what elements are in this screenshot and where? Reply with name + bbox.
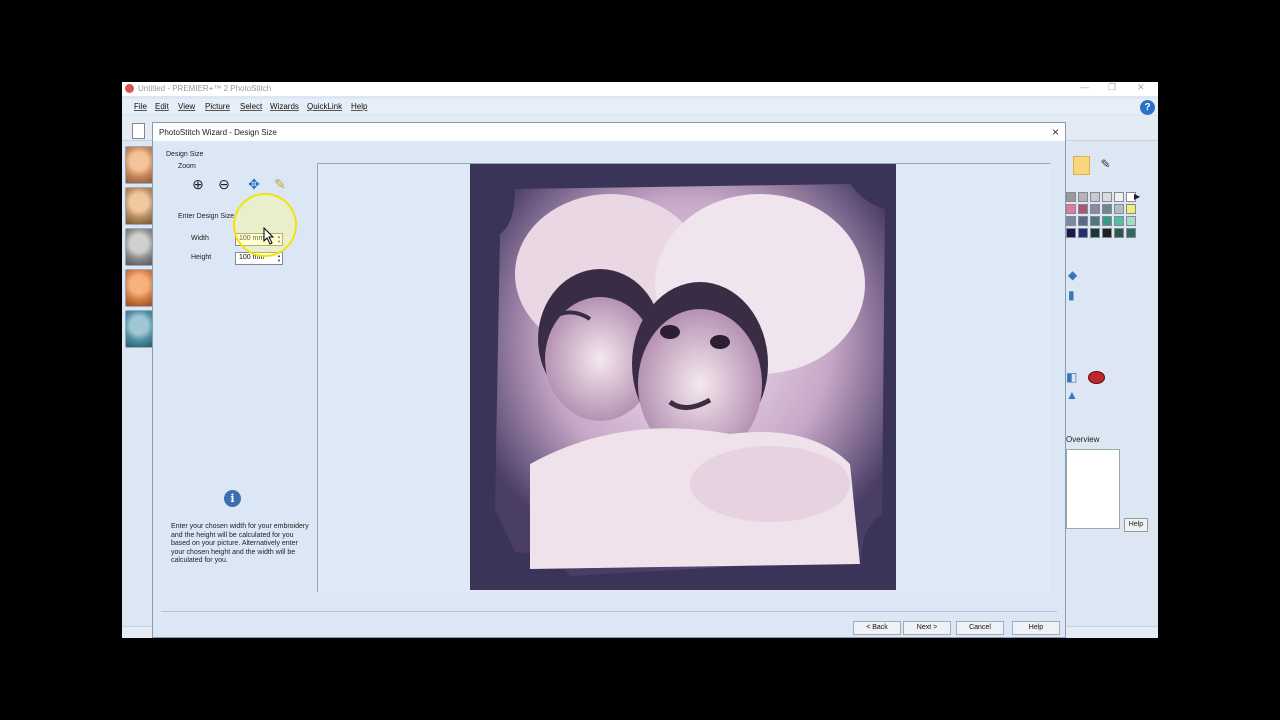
- design-size-label: Design Size: [166, 151, 204, 158]
- color-swatch[interactable]: [1073, 156, 1090, 175]
- new-document-icon[interactable]: [132, 123, 145, 139]
- palette-color[interactable]: [1114, 216, 1124, 226]
- menu-select[interactable]: Select: [240, 102, 262, 111]
- restore-icon[interactable]: ❐: [1108, 82, 1116, 93]
- palette-next-icon[interactable]: ▶: [1134, 192, 1144, 202]
- help-button[interactable]: Help: [1012, 621, 1060, 635]
- palette-color[interactable]: [1126, 228, 1136, 238]
- zoom-label: Zoom: [178, 163, 196, 170]
- palette-color[interactable]: [1066, 216, 1076, 226]
- zoom-in-icon[interactable]: ⊕: [189, 175, 207, 193]
- pencil-icon[interactable]: ✎: [271, 175, 289, 193]
- width-label: Width: [191, 235, 209, 242]
- menu-edit[interactable]: Edit: [155, 102, 169, 111]
- color-palette: [1066, 192, 1138, 240]
- palette-color[interactable]: [1090, 228, 1100, 238]
- palette-color[interactable]: [1090, 204, 1100, 214]
- cancel-button[interactable]: Cancel: [956, 621, 1004, 635]
- overview-box: [1066, 449, 1120, 529]
- palette-color[interactable]: [1066, 204, 1076, 214]
- app-logo-icon: [125, 84, 134, 93]
- brush-icon[interactable]: ▮: [1068, 288, 1075, 302]
- eye-icon[interactable]: [1088, 371, 1105, 384]
- height-spinner-icon[interactable]: ▲ ▼: [277, 253, 281, 263]
- menu-help[interactable]: Help: [351, 102, 367, 111]
- palette-color[interactable]: [1102, 204, 1112, 214]
- photo-image: [495, 184, 885, 576]
- eyedropper-icon[interactable]: ✎: [1097, 156, 1114, 173]
- cursor-highlight: [233, 193, 297, 257]
- palette-color[interactable]: [1066, 228, 1076, 238]
- dialog-title: PhotoStitch Wizard - Design Size: [159, 128, 277, 137]
- mouse-cursor-icon: [263, 227, 275, 245]
- palette-color[interactable]: [1078, 204, 1088, 214]
- menu-picture[interactable]: Picture: [205, 102, 230, 111]
- app-titlebar: Untitled - PREMIER+™ 2 PhotoStitch — ❐ ✕: [122, 82, 1158, 96]
- next-button[interactable]: Next >: [903, 621, 951, 635]
- design-size-dialog: PhotoStitch Wizard - Design Size × Desig…: [152, 122, 1066, 638]
- dialog-divider: [161, 611, 1057, 612]
- right-panel: ✎ ▶ ◆ ▮ ◧ ▲ Overview Help: [1066, 152, 1158, 632]
- menu-bar: File Edit View Picture Select Wizards Qu…: [122, 99, 1158, 114]
- help-icon[interactable]: ?: [1140, 100, 1155, 115]
- palette-color[interactable]: [1114, 204, 1124, 214]
- palette-color[interactable]: [1126, 216, 1136, 226]
- enter-design-size-label: Enter Design Size: [178, 213, 235, 220]
- thumbnail-3[interactable]: [125, 228, 153, 266]
- menu-quicklink[interactable]: QuickLink: [307, 102, 342, 111]
- palette-color[interactable]: [1102, 228, 1112, 238]
- palette-color[interactable]: [1078, 216, 1088, 226]
- palette-color[interactable]: [1126, 204, 1136, 214]
- picture-thumbnails: [125, 146, 153, 351]
- palette-color[interactable]: [1078, 192, 1088, 202]
- eraser-icon[interactable]: ◆: [1068, 268, 1077, 282]
- info-icon: i: [224, 490, 241, 507]
- menu-file[interactable]: File: [134, 102, 147, 111]
- palette-color[interactable]: [1066, 192, 1076, 202]
- palette-color[interactable]: [1114, 192, 1124, 202]
- panel-help-button[interactable]: Help: [1124, 518, 1148, 532]
- photo-preview: [470, 164, 896, 590]
- mirror-icon[interactable]: ◧: [1066, 370, 1077, 384]
- menu-wizards[interactable]: Wizards: [270, 102, 299, 111]
- overview-label: Overview: [1066, 435, 1100, 444]
- flip-icon[interactable]: ▲: [1066, 388, 1078, 402]
- palette-color[interactable]: [1102, 192, 1112, 202]
- minimize-icon[interactable]: —: [1080, 82, 1089, 92]
- info-text: Enter your chosen width for your embroid…: [171, 523, 309, 564]
- close-icon[interactable]: ✕: [1137, 82, 1145, 93]
- palette-color[interactable]: [1078, 228, 1088, 238]
- zoom-fit-icon[interactable]: ✥: [245, 175, 263, 193]
- palette-color[interactable]: [1090, 216, 1100, 226]
- thumbnail-1[interactable]: [125, 146, 153, 184]
- thumbnail-2[interactable]: [125, 187, 153, 225]
- zoom-out-icon[interactable]: ⊖: [215, 175, 233, 193]
- palette-color[interactable]: [1114, 228, 1124, 238]
- thumbnail-4[interactable]: [125, 269, 153, 307]
- dialog-close-icon[interactable]: ×: [1052, 125, 1059, 139]
- height-label: Height: [191, 254, 212, 261]
- palette-color[interactable]: [1102, 216, 1112, 226]
- app-title: Untitled - PREMIER+™ 2 PhotoStitch: [138, 84, 272, 93]
- palette-color[interactable]: [1090, 192, 1100, 202]
- menu-view[interactable]: View: [178, 102, 195, 111]
- dialog-titlebar: PhotoStitch Wizard - Design Size ×: [153, 123, 1065, 141]
- thumbnail-5[interactable]: [125, 310, 153, 348]
- back-button[interactable]: < Back: [853, 621, 901, 635]
